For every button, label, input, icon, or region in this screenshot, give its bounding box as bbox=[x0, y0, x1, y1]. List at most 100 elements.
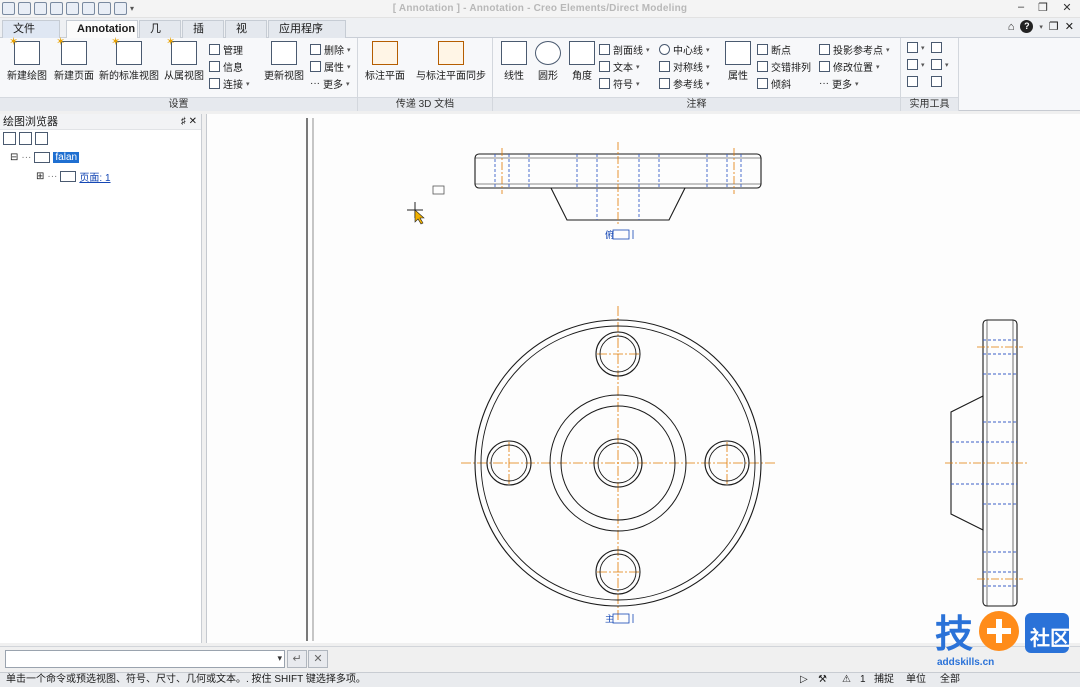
edit-tool-button[interactable]: ▾ bbox=[907, 59, 925, 70]
angle-dimension-button[interactable]: 角度 bbox=[567, 41, 597, 82]
more-button[interactable]: ··· 更多 ▾ bbox=[310, 76, 350, 91]
new-drawing-button[interactable]: 新建绘图 bbox=[4, 35, 50, 82]
status-count: 1 bbox=[860, 674, 866, 685]
tree-node-root[interactable]: ⊟ ··· falan bbox=[10, 152, 80, 163]
from-view-icon bbox=[166, 35, 197, 65]
delete-icon bbox=[310, 44, 321, 55]
copy-icon[interactable] bbox=[35, 132, 48, 145]
title-bar: ▾ [ Annotation ] - Annotation - Creo Ele… bbox=[0, 0, 1080, 18]
angle-dimension-icon bbox=[569, 41, 595, 65]
tree-view-icon[interactable] bbox=[3, 132, 16, 145]
play-icon[interactable]: ▷ bbox=[800, 673, 808, 687]
side-view[interactable] bbox=[945, 319, 1029, 607]
snap-button[interactable]: 捕捉 bbox=[874, 673, 894, 687]
filter-all-select[interactable]: 全部 bbox=[940, 673, 960, 687]
more-dots-icon: ··· bbox=[819, 78, 829, 89]
command-enter-button[interactable]: ↵ bbox=[287, 650, 307, 668]
browser-header: 绘图浏览器 ♯ ✕ bbox=[0, 114, 201, 130]
help-dropdown-icon[interactable]: ▾ bbox=[1039, 23, 1043, 31]
tab-applications[interactable]: 应用程序(A) bbox=[268, 20, 346, 52]
help-icon[interactable]: ? bbox=[1020, 20, 1034, 33]
circular-dimension-button[interactable]: 圆形 bbox=[533, 41, 563, 82]
tab-annotation[interactable]: Annotation bbox=[66, 20, 138, 39]
page-node-label[interactable]: 页面: 1 bbox=[79, 169, 110, 184]
select-arrow-icon bbox=[907, 42, 918, 53]
linear-dimension-icon bbox=[501, 41, 527, 65]
center-line-button[interactable]: 中心线 ▾ bbox=[659, 42, 710, 57]
root-node-label[interactable]: falan bbox=[53, 152, 80, 163]
break-point-button[interactable]: 断点 bbox=[757, 42, 791, 57]
delete-button[interactable]: 删除 ▾ bbox=[310, 42, 351, 57]
unit-button[interactable]: 单位 bbox=[906, 673, 926, 687]
inner-restore-icon[interactable]: ❐ bbox=[1049, 20, 1059, 33]
tab-insert[interactable]: 插入 bbox=[182, 20, 224, 52]
modify-position-button[interactable]: 修改位置 ▾ bbox=[819, 59, 880, 74]
table-icon bbox=[931, 76, 942, 87]
cross-arrange-icon bbox=[757, 61, 768, 72]
filter-icon[interactable] bbox=[19, 132, 32, 145]
symbol-icon bbox=[599, 78, 610, 89]
annotate-plane-button[interactable]: 标注平面 bbox=[364, 41, 406, 82]
status-bar: 单击一个命令或预选视图、符号、尺寸、几何或文本。. 按住 SHIFT 键选择多项… bbox=[0, 672, 1080, 687]
front-view[interactable]: 主 bbox=[461, 306, 775, 624]
new-standard-view-button[interactable]: 新的标准视图 bbox=[96, 35, 162, 82]
cross-arrange-button[interactable]: 交错排列 bbox=[757, 59, 811, 74]
top-view[interactable]: 俯 bbox=[474, 142, 762, 240]
group-utilities: ▾ ▾ ▾ 实用工具 bbox=[901, 38, 959, 111]
symmetry-line-icon bbox=[659, 61, 670, 72]
connect-button[interactable]: 连接 ▾ bbox=[209, 76, 250, 91]
edit-icon bbox=[907, 59, 918, 70]
center-line-icon bbox=[659, 44, 670, 55]
group-caption: 设置 bbox=[0, 97, 357, 111]
pin-close-icons[interactable]: ♯ ✕ bbox=[181, 114, 197, 130]
help-bar: ⌂ ? ▾ ❐ ✕ bbox=[1008, 20, 1074, 33]
reference-line-button[interactable]: 参考线 ▾ bbox=[659, 76, 710, 91]
slant-button[interactable]: 倾斜 bbox=[757, 76, 791, 91]
command-cancel-button[interactable]: ✕ bbox=[308, 650, 328, 668]
info-button[interactable]: 信息 bbox=[209, 59, 243, 74]
watermark-site: addskills.cn bbox=[937, 657, 994, 668]
minimize-button[interactable]: – bbox=[1010, 1, 1032, 17]
attributes-button[interactable]: 属性 bbox=[723, 41, 753, 82]
expand-icon[interactable]: ⊞ bbox=[36, 171, 44, 182]
symmetry-line-button[interactable]: 对称线 ▾ bbox=[659, 59, 710, 74]
grid-tool-button[interactable] bbox=[907, 76, 918, 87]
command-dropdown-icon[interactable]: ▾ bbox=[277, 653, 282, 664]
text-button[interactable]: 文本 ▾ bbox=[599, 59, 640, 74]
table-tool-button[interactable] bbox=[931, 76, 942, 87]
linear-dimension-button[interactable]: 线性 bbox=[499, 41, 529, 82]
close-button[interactable]: ✕ bbox=[1056, 1, 1078, 17]
tab-view[interactable]: 视图 bbox=[225, 20, 267, 52]
update-view-button[interactable]: 更新视图 bbox=[262, 41, 306, 82]
sync-plane-button[interactable]: 与标注平面同步 bbox=[414, 41, 488, 82]
warning-icon[interactable]: ⚠ bbox=[842, 673, 851, 687]
section-line-button[interactable]: 剖面线 ▾ bbox=[599, 42, 650, 57]
symbol-button[interactable]: 符号 ▾ bbox=[599, 76, 640, 91]
projection-ref-point-button[interactable]: 投影参考点 ▾ bbox=[819, 42, 890, 57]
group-annotation: 线性 圆形 角度 剖面线 ▾ 文本 ▾ 符号 ▾ 中心线 ▾ 对称线 ▾ 参考线 ▾ 属性 … bbox=[493, 38, 901, 111]
collapse-icon[interactable]: ⊟ bbox=[10, 152, 18, 163]
drawing-icon bbox=[34, 152, 51, 163]
tool-icon[interactable]: ⚒ bbox=[818, 673, 827, 687]
annotation-more-button[interactable]: ··· 更多 ▾ bbox=[819, 76, 859, 91]
command-input[interactable]: ▾ bbox=[5, 650, 285, 668]
grid-icon bbox=[907, 76, 918, 87]
select-tool-button[interactable]: ▾ bbox=[907, 42, 925, 53]
group-caption: 注释 bbox=[493, 97, 900, 111]
group-setup: 新建绘图 新建页面 新的标准视图 从属视图 管理 信息 连接▾ 更新视图 删除▾… bbox=[0, 35, 358, 111]
frame-tool-button[interactable]: ▾ bbox=[931, 59, 949, 70]
collapse-ribbon-icon[interactable]: ⌂ bbox=[1008, 21, 1015, 33]
new-page-button[interactable]: 新建页面 bbox=[52, 35, 96, 82]
connect-icon bbox=[209, 78, 220, 89]
inner-close-icon[interactable]: ✕ bbox=[1065, 20, 1074, 33]
link-icon bbox=[931, 42, 942, 53]
manage-button[interactable]: 管理 bbox=[209, 42, 243, 57]
group-caption: 传递 3D 文档 bbox=[358, 97, 492, 111]
maximize-button[interactable]: ❐ bbox=[1032, 1, 1054, 17]
watermark-logo: 技 社区 addskills.cn bbox=[933, 607, 1073, 669]
drawing-canvas[interactable]: 俯 主 bbox=[206, 114, 1080, 643]
tree-node-page[interactable]: ⊞ ··· 页面: 1 bbox=[36, 169, 111, 184]
properties-button[interactable]: 属性 ▾ bbox=[310, 59, 351, 74]
link-tool-button[interactable] bbox=[931, 42, 942, 53]
from-view-button[interactable]: 从属视图 bbox=[162, 35, 206, 82]
